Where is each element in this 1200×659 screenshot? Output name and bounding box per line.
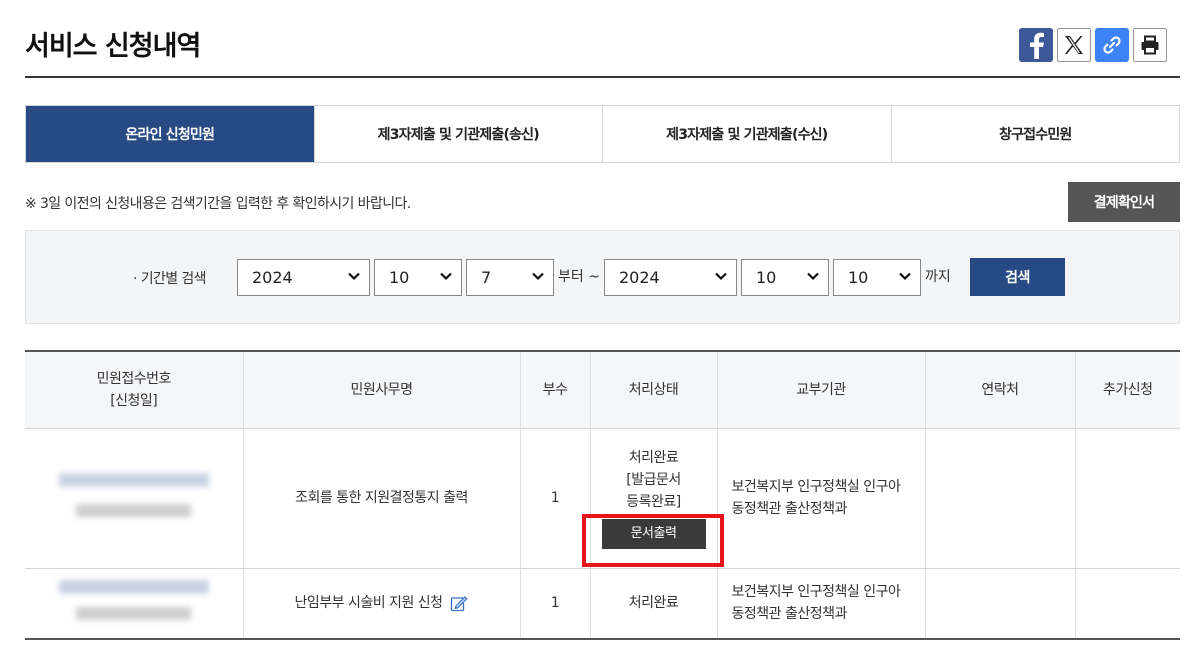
receipt-number-cell	[25, 568, 243, 640]
from-year-select[interactable]: 2024	[237, 259, 370, 296]
search-button[interactable]: 검색	[970, 258, 1065, 296]
agency-line-1: 보건복지부 인구정책실 인구아	[731, 479, 901, 495]
header-receipt-number-label: 민원접수번호	[96, 370, 172, 387]
to-day-select[interactable]: 10	[833, 259, 921, 296]
to-year-select[interactable]: 2024	[604, 259, 737, 296]
application-history-table: 민원접수번호 [신청일] 민원사무명 부수 처리상태 교부기관 연락처 추가신청…	[25, 350, 1180, 640]
x-icon	[1065, 36, 1083, 54]
tab-third-party-sent[interactable]: 제3자제출 및 기관제출(송신)	[313, 106, 602, 162]
tab-counter-applications[interactable]: 창구접수민원	[890, 106, 1179, 162]
agency-cell: 보건복지부 인구정책실 인구아 동정책관 출산정책과	[716, 568, 925, 640]
copies-cell: 1	[519, 428, 590, 569]
to-suffix-text: 까지	[925, 269, 951, 285]
chevron-down-icon	[532, 272, 544, 281]
facebook-share-button[interactable]	[1019, 28, 1053, 62]
edit-note-icon[interactable]	[450, 594, 469, 612]
status-text: 처리완료	[628, 450, 679, 466]
from-month-select[interactable]: 10	[374, 259, 462, 296]
service-name-cell: 난임부부 시술비 지원 신청	[242, 568, 520, 640]
redacted-receipt-number	[58, 580, 209, 595]
redacted-receipt-number	[58, 473, 209, 487]
from-suffix-text: 부터 ~	[558, 269, 600, 285]
from-day-value: 7	[481, 268, 492, 287]
x-share-button[interactable]	[1057, 28, 1091, 62]
service-name-cell: 조회를 통한 지원결정통지 출력	[242, 428, 520, 569]
copies-cell: 1	[519, 568, 590, 640]
link-icon	[1103, 36, 1121, 54]
facebook-icon	[1030, 32, 1044, 59]
period-search-label: · 기간별 검색	[133, 271, 207, 287]
agency-line-1: 보건복지부 인구정책실 인구아	[731, 584, 901, 601]
header-service-name: 민원사무명	[242, 350, 520, 429]
agency-line-2: 동정책관 출산정책과	[731, 606, 848, 623]
to-month-select[interactable]: 10	[741, 259, 829, 296]
from-month-value: 10	[389, 268, 410, 287]
chevron-down-icon	[348, 272, 360, 281]
header-receipt-date-label: [신청일]	[110, 392, 158, 409]
category-tabs: 온라인 신청민원 제3자제출 및 기관제출(송신) 제3자제출 및 기관제출(수…	[25, 105, 1180, 163]
payment-receipt-button[interactable]: 결제확인서	[1068, 182, 1180, 222]
status-detail-line-2: 등록완료]	[626, 494, 681, 510]
additional-request-cell	[1074, 568, 1180, 640]
chevron-down-icon	[899, 272, 911, 281]
to-day-value: 10	[848, 268, 869, 287]
contact-cell	[924, 428, 1075, 569]
title-divider	[25, 76, 1180, 78]
table-header-row: 민원접수번호 [신청일] 민원사무명 부수 처리상태 교부기관 연락처 추가신청	[25, 350, 1180, 429]
redacted-receipt-date	[76, 504, 192, 517]
header-receipt-number: 민원접수번호 [신청일]	[25, 350, 243, 429]
redacted-receipt-date	[76, 607, 192, 621]
service-name-link[interactable]: 난임부부 시술비 지원 신청	[295, 595, 444, 611]
printer-icon	[1141, 35, 1159, 55]
receipt-number-cell	[25, 428, 243, 569]
contact-cell	[924, 568, 1075, 640]
from-day-select[interactable]: 7	[466, 259, 554, 296]
additional-request-cell	[1074, 428, 1180, 569]
agency-line-2: 동정책관 출산정책과	[731, 501, 848, 517]
copy-link-button[interactable]	[1095, 28, 1129, 62]
header-additional-request: 추가신청	[1074, 350, 1180, 429]
chevron-down-icon	[440, 272, 452, 281]
header-copies: 부수	[519, 350, 590, 429]
status-cell: 처리완료	[589, 568, 717, 640]
header-status: 처리상태	[589, 350, 717, 429]
header-contact: 연락처	[924, 350, 1075, 429]
agency-cell: 보건복지부 인구정책실 인구아 동정책관 출산정책과	[716, 428, 925, 569]
search-period-notice: ※ 3일 이전의 신청내용은 검색기간을 입력한 후 확인하시기 바랍니다.	[25, 196, 411, 212]
tab-online-applications[interactable]: 온라인 신청민원	[26, 106, 314, 162]
status-detail-line-1: [발급문서	[626, 472, 681, 488]
from-year-value: 2024	[252, 268, 293, 287]
highlight-box	[582, 514, 724, 567]
chevron-down-icon	[715, 272, 727, 281]
print-page-button[interactable]	[1133, 28, 1167, 62]
to-month-value: 10	[756, 268, 777, 287]
table-row: 난임부부 시술비 지원 신청 1 처리완료 보건복지부 인구정책실 인구아 동정…	[25, 568, 1180, 640]
page-title: 서비스 신청내역	[25, 31, 201, 62]
header-issuing-agency: 교부기관	[716, 350, 925, 429]
to-year-value: 2024	[619, 268, 660, 287]
chevron-down-icon	[807, 272, 819, 281]
tab-third-party-received[interactable]: 제3자제출 및 기관제출(수신)	[602, 106, 891, 162]
